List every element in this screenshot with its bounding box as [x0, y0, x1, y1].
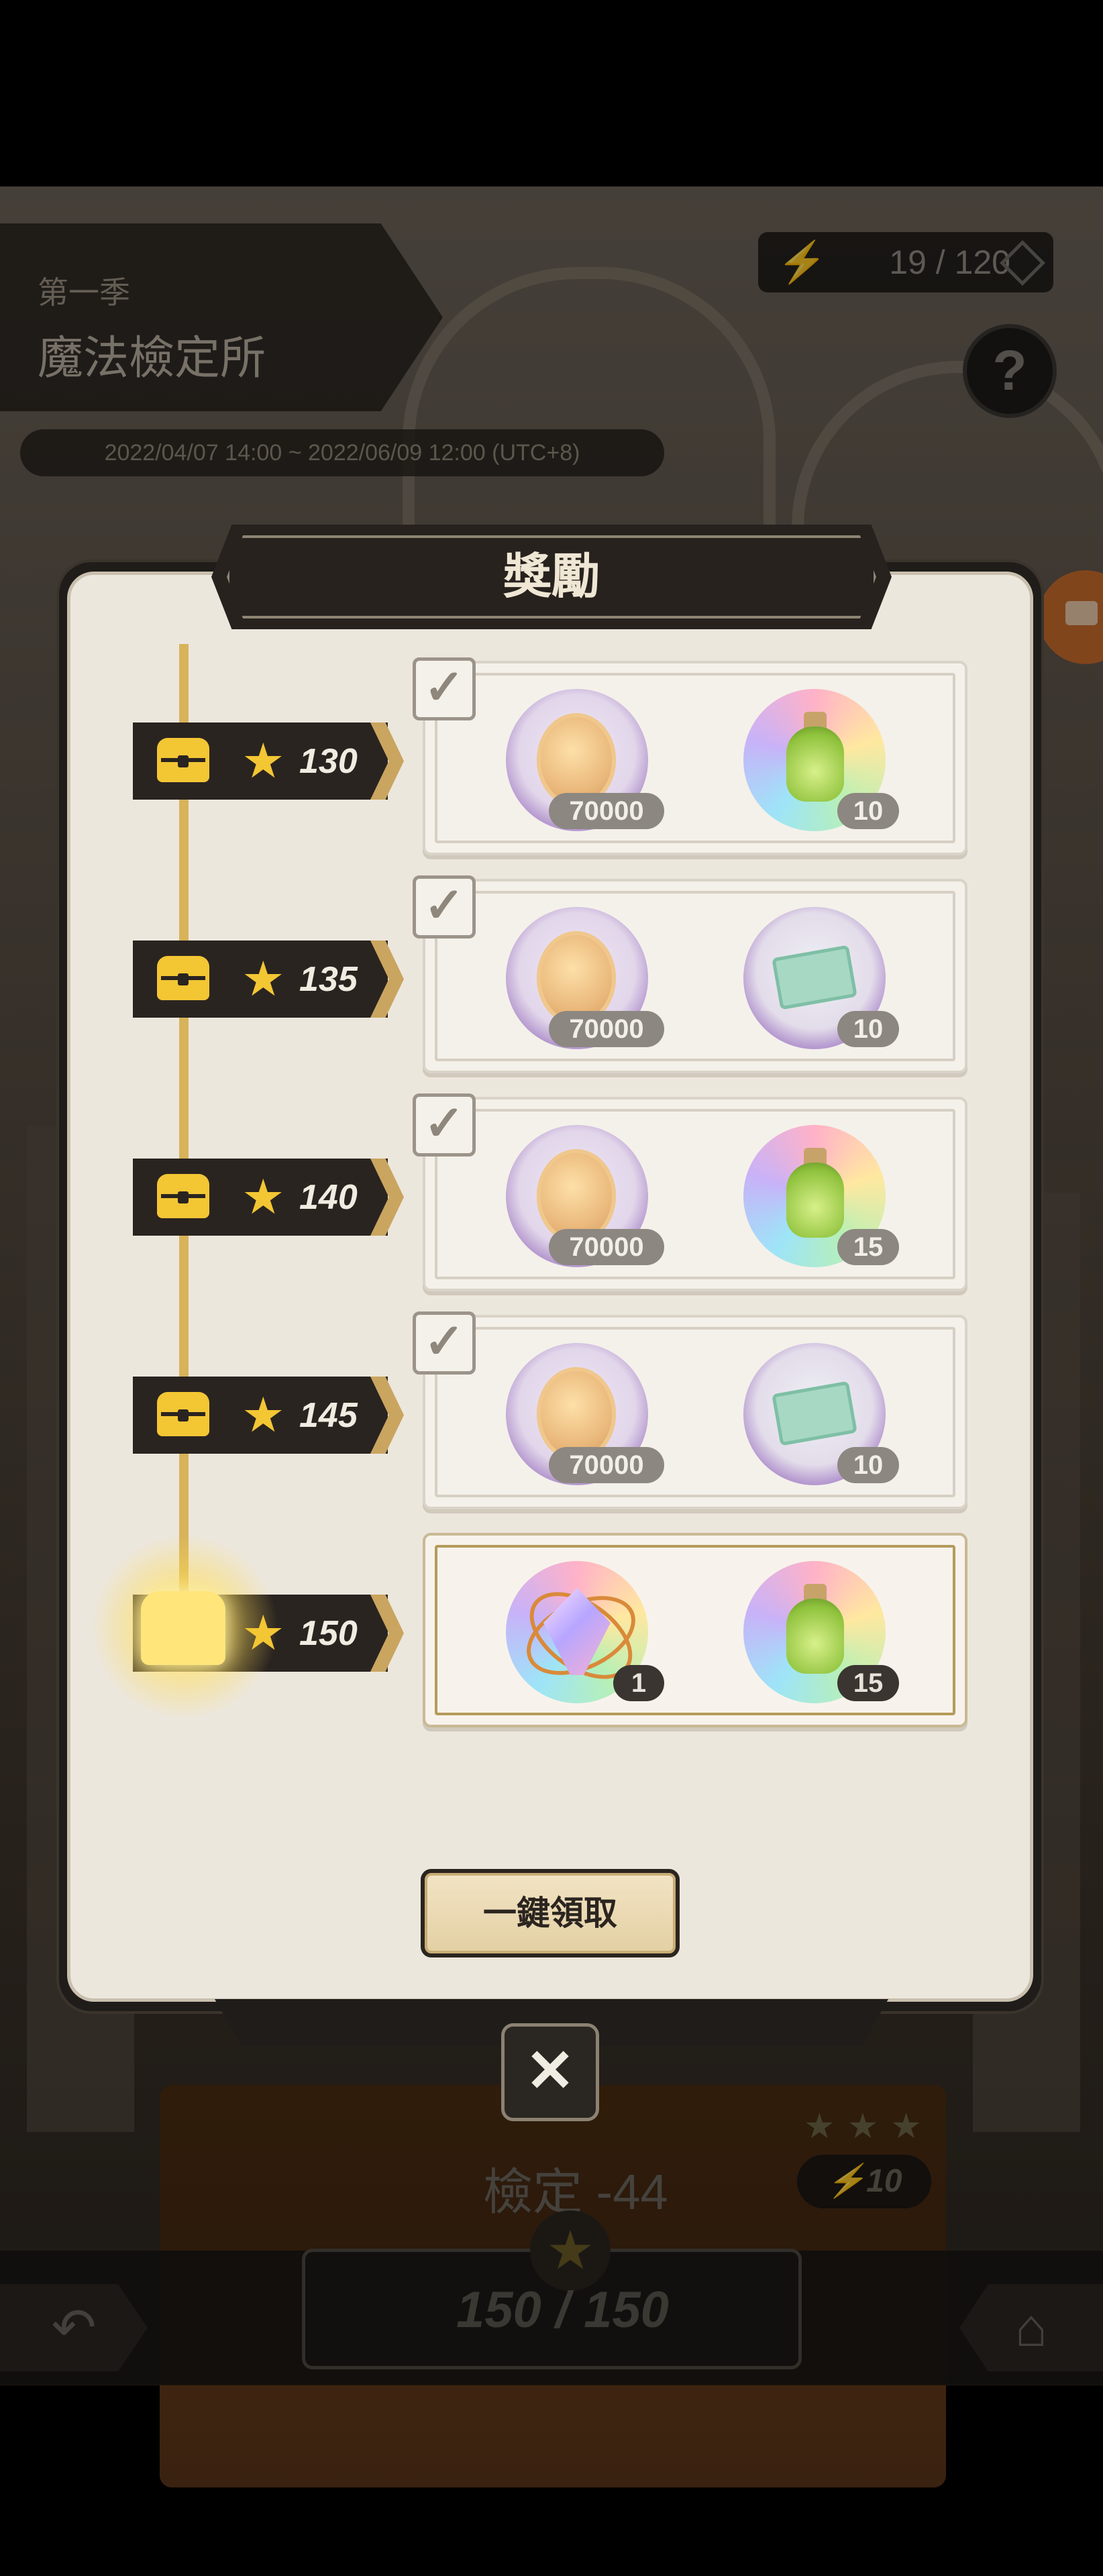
- tier-stars-value: 130: [299, 742, 358, 781]
- reward-quantity: 15: [837, 1665, 899, 1701]
- tier-stars-value: 135: [299, 960, 358, 999]
- close-button[interactable]: ✕: [501, 2023, 599, 2121]
- claimed-check-icon: ✓: [413, 657, 476, 720]
- claimed-check-icon: ✓: [413, 875, 476, 938]
- tier-stars-value: 150: [299, 1614, 358, 1653]
- reward-quantity: 70000: [549, 1447, 664, 1483]
- star-icon: ★: [242, 953, 285, 1006]
- reward-quantity: 10: [837, 793, 899, 829]
- glowing-chest-icon[interactable]: [141, 1591, 225, 1665]
- claimed-check-icon: ✓: [413, 1093, 476, 1157]
- star-icon: ★: [242, 735, 285, 788]
- modal-title: 獎勵: [503, 550, 600, 604]
- close-icon: ✕: [525, 2037, 575, 2104]
- reward-quantity: 70000: [549, 1011, 664, 1047]
- reward-quantity: 10: [837, 1447, 899, 1483]
- chest-icon: [157, 1174, 209, 1218]
- chest-icon: [157, 956, 209, 1000]
- reward-quantity: 70000: [549, 1229, 664, 1265]
- tier-stars-value: 145: [299, 1396, 358, 1435]
- star-icon: ★: [242, 1171, 285, 1224]
- reward-quantity: 15: [837, 1229, 899, 1265]
- star-icon: ★: [242, 1389, 285, 1442]
- claim-all-button[interactable]: 一鍵領取: [421, 1869, 680, 1957]
- tier-stars-value: 140: [299, 1178, 358, 1217]
- reward-quantity: 70000: [549, 793, 664, 829]
- claimed-check-icon: ✓: [413, 1311, 476, 1375]
- chest-icon: [157, 1392, 209, 1436]
- reward-quantity: 10: [837, 1011, 899, 1047]
- chest-icon: [157, 738, 209, 782]
- star-icon: ★: [242, 1607, 285, 1660]
- reward-quantity: 1: [613, 1665, 664, 1701]
